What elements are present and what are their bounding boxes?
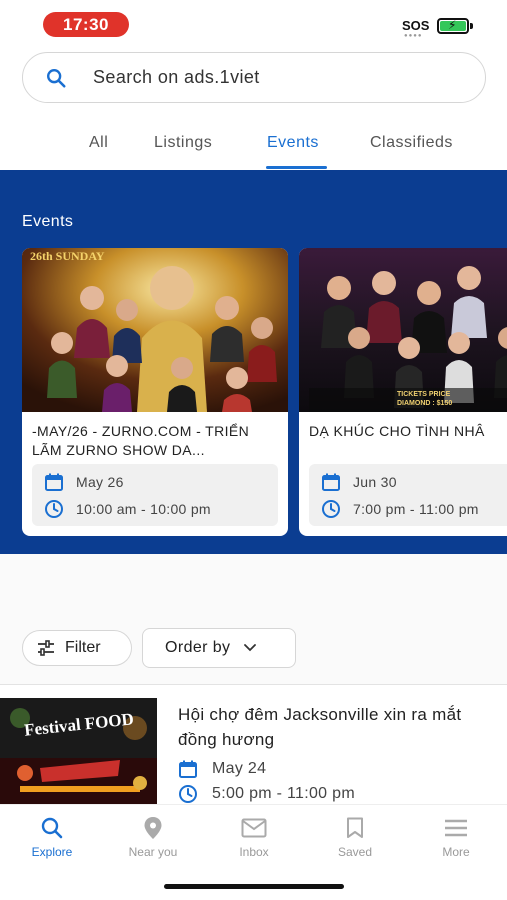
- signal-dots-icon: ●●●●: [404, 33, 423, 39]
- event-title: -MAY/26 - ZURNO.COM - TRIỂN LÃM ZURNO SH…: [32, 423, 250, 458]
- nav-label: Near you: [128, 845, 178, 859]
- event-time: 10:00 am - 10:00 pm: [76, 501, 211, 517]
- search-input[interactable]: Search on ads.1viet: [93, 67, 260, 88]
- clock-icon: [178, 783, 200, 804]
- section-title: Events: [22, 213, 74, 230]
- event-time: 7:00 pm - 11:00 pm: [353, 501, 479, 517]
- bookmark-icon: [346, 815, 364, 841]
- tab-events[interactable]: Events: [267, 134, 319, 152]
- sos-indicator: SOS: [402, 18, 430, 33]
- listing-time-row: 5:00 pm - 11:00 pm: [178, 783, 355, 804]
- event-card[interactable]: 26th SUNDAY -MAY/26 - ZURNO.COM - TRIỂN …: [22, 248, 288, 536]
- list-item[interactable]: Festival FOOD Hội chợ đêm Jacksonville x…: [0, 698, 507, 804]
- status-time: 17:30: [43, 12, 129, 37]
- nav-more[interactable]: More: [416, 815, 496, 859]
- filter-label: Filter: [65, 639, 101, 656]
- nav-label: Inbox: [239, 845, 269, 859]
- nav-label: Explore: [31, 845, 73, 859]
- listing-title: Hội chợ đêm Jacksonville xin ra mắt đồng…: [178, 705, 462, 749]
- tab-classifieds[interactable]: Classifieds: [370, 134, 453, 152]
- event-time-row: 10:00 am - 10:00 pm: [44, 499, 211, 519]
- tab-all[interactable]: All: [89, 134, 108, 152]
- battery-cap: [470, 23, 473, 29]
- listing-date-row: May 24: [178, 758, 266, 780]
- event-date: May 26: [76, 474, 124, 490]
- clock-icon: [44, 499, 64, 519]
- nav-near-you[interactable]: Near you: [113, 815, 193, 859]
- poster-text: TICKETS PRICE DIAMOND : $150: [397, 391, 453, 407]
- listing-date: May 24: [212, 760, 267, 777]
- sliders-icon: [37, 640, 55, 656]
- location-pin-icon: [143, 815, 163, 841]
- active-tab-indicator: [266, 166, 327, 169]
- poster-text: 26th SUNDAY: [30, 249, 105, 263]
- calendar-icon: [44, 472, 64, 492]
- event-info-box: Jun 30 7:00 pm - 11:00 pm: [309, 464, 507, 526]
- event-date-row: Jun 30: [321, 472, 397, 492]
- event-poster-image: TICKETS PRICE DIAMOND : $150: [299, 248, 507, 412]
- event-info-box: May 26 10:00 am - 10:00 pm: [32, 464, 278, 526]
- order-by-dropdown[interactable]: Order by: [142, 628, 296, 668]
- event-title: DẠ KHÚC CHO TÌNH NHÂ: [309, 423, 485, 439]
- clock-icon: [321, 499, 341, 519]
- event-card[interactable]: TICKETS PRICE DIAMOND : $150 DẠ KHÚC CHO…: [299, 248, 507, 536]
- order-by-label: Order by: [165, 639, 231, 656]
- nav-saved[interactable]: Saved: [315, 815, 395, 859]
- search-icon: [45, 65, 71, 91]
- search-icon: [40, 815, 64, 841]
- battery-icon: ⚡: [437, 18, 469, 34]
- listing-time: 5:00 pm - 11:00 pm: [212, 785, 355, 802]
- filter-button[interactable]: Filter: [22, 630, 132, 666]
- nav-inbox[interactable]: Inbox: [214, 815, 294, 859]
- calendar-icon: [178, 758, 200, 780]
- events-section: Events 26th SUNDAY -MAY/26 - ZURNO.COM -…: [0, 170, 507, 554]
- tab-listings[interactable]: Listings: [154, 134, 212, 152]
- divider: [0, 684, 507, 685]
- status-bar: 17:30 SOS ●●●● ⚡: [0, 0, 507, 46]
- menu-icon: [444, 815, 468, 841]
- calendar-icon: [321, 472, 341, 492]
- chevron-down-icon: [244, 644, 257, 652]
- mail-icon: [241, 815, 267, 841]
- search-bar[interactable]: Search on ads.1viet: [22, 52, 486, 103]
- nav-label: Saved: [337, 845, 373, 859]
- event-date-row: May 26: [44, 472, 124, 492]
- listing-poster-image: Festival FOOD: [0, 698, 157, 804]
- event-time-row: 7:00 pm - 11:00 pm: [321, 499, 479, 519]
- nav-label: More: [442, 845, 470, 859]
- home-indicator[interactable]: [164, 884, 344, 889]
- category-tabs: All Listings Events Classifieds: [0, 122, 507, 170]
- event-poster-image: 26th SUNDAY: [22, 248, 288, 412]
- event-date: Jun 30: [353, 474, 397, 490]
- nav-explore[interactable]: Explore: [12, 815, 92, 859]
